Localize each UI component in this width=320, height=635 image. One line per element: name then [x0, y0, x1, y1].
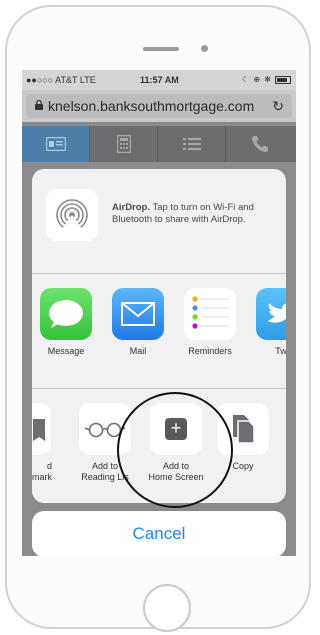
site-nav	[22, 126, 296, 162]
lock-icon	[35, 100, 43, 110]
airdrop-icon	[46, 189, 98, 241]
tab-list[interactable]	[158, 126, 226, 162]
copy-icon	[217, 403, 269, 455]
action-label: Add to Home Screen	[148, 461, 204, 482]
calculator-icon	[116, 135, 131, 153]
bookmark-icon	[32, 403, 51, 455]
share-app-twitter[interactable]: Twi	[252, 288, 286, 356]
home-button[interactable]	[143, 584, 191, 632]
list-icon	[182, 138, 201, 150]
tab-phone[interactable]	[226, 126, 294, 162]
airdrop-title: AirDrop.	[112, 202, 150, 213]
front-camera	[201, 45, 208, 52]
status-time: 11:57 AM	[140, 75, 179, 85]
share-apps-row: Message Mail Reminders Tw	[32, 274, 286, 389]
status-bar: ●●○○○ AT&T LTE 11:57 AM ☾ ⊕ ✻	[22, 70, 296, 90]
status-icons: ☾ ⊕ ✻	[241, 75, 272, 84]
twitter-icon	[256, 288, 286, 340]
action-label: Copy	[232, 461, 254, 471]
action-label: Add to Reading Lis	[81, 461, 129, 482]
tab-id-card[interactable]	[22, 126, 90, 162]
screen: ●●○○○ AT&T LTE 11:57 AM ☾ ⊕ ✻ knelson.ba…	[22, 70, 296, 556]
action-label: d mark	[32, 461, 52, 482]
speaker-grille	[143, 47, 179, 51]
reload-icon[interactable]: ↻	[272, 98, 284, 115]
carrier-label: ●●○○○ AT&T LTE	[26, 75, 96, 85]
action-bookmark[interactable]: d mark	[32, 403, 58, 483]
share-app-reminders[interactable]: Reminders	[180, 288, 240, 356]
share-actions-row: d mark Add to Reading Lis + Add to Home …	[32, 389, 286, 503]
cancel-button[interactable]: Cancel	[32, 511, 286, 556]
tab-calculator[interactable]	[90, 126, 158, 162]
share-app-label: Twi	[275, 346, 286, 356]
phone-icon	[252, 136, 268, 152]
action-add-to-reading-list[interactable]: Add to Reading Lis	[72, 403, 138, 483]
id-card-icon	[45, 137, 66, 151]
address-field[interactable]: knelson.banksouthmortgage.com ↻	[26, 94, 292, 118]
mail-icon	[112, 288, 164, 340]
action-copy[interactable]: Copy	[210, 403, 276, 472]
url-text: knelson.banksouthmortgage.com	[48, 98, 255, 114]
airdrop-section[interactable]: AirDrop. Tap to turn on Wi-Fi and Blueto…	[32, 169, 286, 274]
reading-list-icon	[79, 403, 131, 455]
share-app-mail[interactable]: Mail	[108, 288, 168, 356]
url-bar: knelson.banksouthmortgage.com ↻	[22, 90, 296, 122]
share-app-label: Reminders	[188, 346, 232, 356]
add-to-home-icon: +	[150, 403, 202, 455]
reminders-icon	[184, 288, 236, 340]
share-sheet: AirDrop. Tap to turn on Wi-Fi and Blueto…	[32, 169, 286, 503]
share-app-label: Message	[47, 346, 85, 356]
airdrop-description: AirDrop. Tap to turn on Wi-Fi and Blueto…	[112, 202, 280, 226]
battery-icon	[275, 76, 291, 84]
messages-icon	[40, 288, 92, 340]
share-app-label: Mail	[129, 346, 147, 356]
share-app-messages[interactable]: Message	[36, 288, 96, 356]
action-add-to-home-screen[interactable]: + Add to Home Screen	[143, 403, 209, 483]
